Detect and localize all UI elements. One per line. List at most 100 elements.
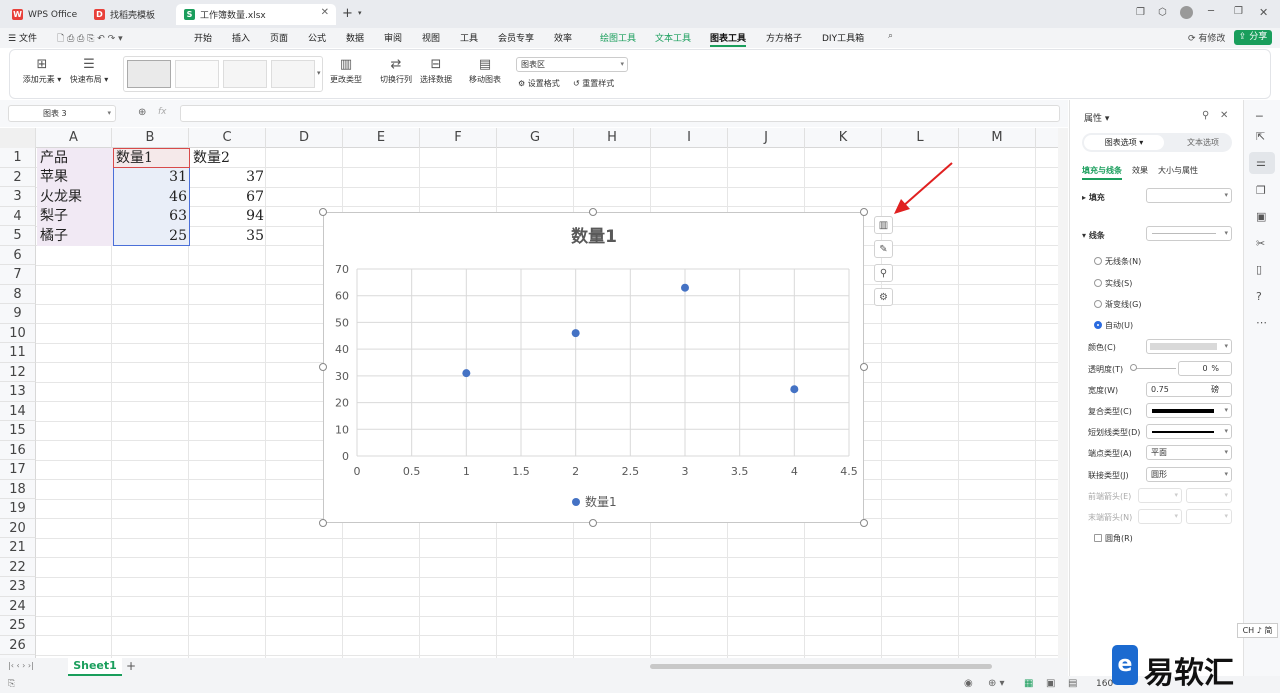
- cell-a1[interactable]: 产品: [37, 149, 71, 169]
- horizontal-scrollbar[interactable]: [650, 664, 992, 669]
- column-header-a[interactable]: A: [36, 128, 112, 148]
- transparency-slider-thumb[interactable]: [1130, 364, 1137, 371]
- cell-b1[interactable]: 数量1: [113, 149, 156, 169]
- row-header-8[interactable]: 8: [0, 284, 36, 304]
- minimize-icon[interactable]: ─: [1208, 6, 1214, 17]
- sheet-nav-arrows[interactable]: |‹ ‹ › ›|: [8, 661, 34, 670]
- row-header-18[interactable]: 18: [0, 479, 36, 499]
- cube-icon[interactable]: ⬡: [1158, 7, 1167, 18]
- cell-a5[interactable]: 橘子: [37, 227, 71, 247]
- menu-item-formula[interactable]: 公式: [308, 31, 326, 44]
- data-point[interactable]: [462, 369, 471, 378]
- end-arrow-size-select[interactable]: ▾: [1186, 509, 1232, 524]
- menu-item-drawing-tools[interactable]: 绘图工具: [600, 31, 636, 44]
- tab-chart-options[interactable]: 图表选项 ▾: [1084, 135, 1164, 150]
- row-header-10[interactable]: 10: [0, 323, 36, 343]
- end-arrow-type-select[interactable]: ▾: [1138, 509, 1182, 524]
- fx-icon[interactable]: fx: [158, 107, 167, 117]
- menu-item-home[interactable]: 开始: [194, 31, 212, 44]
- add-sheet-icon[interactable]: +: [126, 659, 136, 673]
- menu-item-data[interactable]: 数据: [346, 31, 364, 44]
- cell-a4[interactable]: 梨子: [37, 207, 71, 227]
- row-header-15[interactable]: 15: [0, 421, 36, 441]
- select-all-corner[interactable]: [0, 128, 36, 148]
- row-header-13[interactable]: 13: [0, 382, 36, 402]
- chart-style-2[interactable]: [175, 60, 219, 88]
- normal-view-icon[interactable]: ▦: [1024, 678, 1033, 689]
- eye-protection-icon[interactable]: ◉: [964, 678, 973, 689]
- chart-style-1[interactable]: [127, 60, 171, 88]
- select-data-button[interactable]: ⊟ 选择数据: [416, 56, 456, 85]
- cell-b4[interactable]: 63: [113, 207, 190, 227]
- dash-type-select[interactable]: ▾: [1146, 424, 1232, 439]
- move-chart-button[interactable]: ▤ 移动图表: [465, 56, 505, 85]
- transparency-input[interactable]: 0%: [1178, 361, 1232, 376]
- tab-wps-office[interactable]: W WPS Office: [4, 4, 82, 25]
- cap-type-select[interactable]: 平面 ▾: [1146, 445, 1232, 460]
- subtab-fill-line[interactable]: 填充与线条: [1082, 165, 1122, 180]
- menu-item-view[interactable]: 视图: [422, 31, 440, 44]
- row-header-14[interactable]: 14: [0, 401, 36, 421]
- tab-workbook[interactable]: S 工作簿数量.xlsx ✕: [176, 4, 336, 25]
- chart-style-gallery[interactable]: ▾: [123, 56, 323, 92]
- cell-b5[interactable]: 25: [113, 227, 190, 247]
- row-header-6[interactable]: 6: [0, 245, 36, 265]
- switch-rowcol-button[interactable]: ⇄ 切换行列: [376, 56, 416, 85]
- column-header-h[interactable]: H: [574, 128, 651, 148]
- cell-b2[interactable]: 31: [113, 168, 190, 188]
- chart-legend[interactable]: 数量1: [572, 494, 617, 509]
- column-header-i[interactable]: I: [651, 128, 728, 148]
- row-header-17[interactable]: 17: [0, 460, 36, 480]
- radio-no-line[interactable]: [1094, 257, 1102, 265]
- chart-filter-icon[interactable]: ⚲: [874, 264, 893, 282]
- macro-record-icon[interactable]: ⎘: [8, 679, 15, 689]
- column-header-e[interactable]: E: [343, 128, 420, 148]
- resize-handle-n[interactable]: [589, 208, 597, 216]
- tools-icon[interactable]: ✂: [1256, 237, 1265, 250]
- row-header-9[interactable]: 9: [0, 304, 36, 324]
- view-mode-icon[interactable]: ⊕ ▾: [988, 678, 1005, 689]
- collapse-icon[interactable]: ─: [1256, 110, 1263, 123]
- window-restore-icon[interactable]: ❐: [1136, 7, 1145, 18]
- menu-item-insert[interactable]: 插入: [232, 31, 250, 44]
- column-header-b[interactable]: B: [112, 128, 189, 148]
- scatter-chart[interactable]: 数量1 0 0.5 1 1.5 2 2.5 3 3.5 4 4.5 0 10 20 30 40 50 60 70 …: [323, 212, 864, 523]
- row-header-2[interactable]: 2: [0, 167, 36, 187]
- more-icon[interactable]: ⋯: [1256, 316, 1267, 329]
- chart-title[interactable]: 数量1: [571, 226, 617, 247]
- resize-handle-s[interactable]: [589, 519, 597, 527]
- transparency-slider[interactable]: [1132, 368, 1176, 369]
- data-point[interactable]: [681, 283, 689, 292]
- row-header-4[interactable]: 4: [0, 206, 36, 226]
- row-header-3[interactable]: 3: [0, 187, 36, 207]
- row-header-26[interactable]: 26: [0, 635, 36, 655]
- row-header-7[interactable]: 7: [0, 265, 36, 285]
- round-corner-checkbox[interactable]: [1094, 534, 1102, 542]
- new-tab-icon[interactable]: +: [342, 6, 353, 21]
- row-header-11[interactable]: 11: [0, 343, 36, 363]
- resize-handle-se[interactable]: [860, 519, 868, 527]
- column-header-g[interactable]: G: [497, 128, 574, 148]
- add-element-button[interactable]: ⊞ 添加元素 ▾: [20, 56, 64, 85]
- gallery-expand-icon[interactable]: ▾: [317, 69, 321, 77]
- reset-style-button[interactable]: ↺ 重置样式: [573, 78, 614, 89]
- radio-gradient-line[interactable]: [1094, 300, 1102, 308]
- row-header-22[interactable]: 22: [0, 557, 36, 577]
- fill-section[interactable]: ▸ 填充: [1082, 192, 1105, 203]
- image-icon[interactable]: ▣: [1256, 210, 1266, 223]
- formula-input[interactable]: [180, 105, 1060, 122]
- column-header-c[interactable]: C: [189, 128, 266, 148]
- cell-c2[interactable]: 37: [190, 168, 267, 188]
- close-tab-icon[interactable]: ✕: [321, 7, 329, 18]
- row-header-5[interactable]: 5: [0, 226, 36, 246]
- resize-handle-nw[interactable]: [319, 208, 327, 216]
- help-icon[interactable]: ?: [1256, 290, 1262, 303]
- name-box[interactable]: 图表 3 ▾: [8, 105, 116, 122]
- row-header-23[interactable]: 23: [0, 577, 36, 597]
- menu-item-member[interactable]: 会员专享: [498, 31, 534, 44]
- data-point[interactable]: [571, 329, 580, 338]
- close-panel-icon[interactable]: ✕: [1220, 110, 1228, 121]
- plot-area[interactable]: 0 0.5 1 1.5 2 2.5 3 3.5 4 4.5 0 10 20 30 40 50 60 70: [335, 263, 858, 478]
- cell-a2[interactable]: 苹果: [37, 168, 71, 188]
- resize-handle-w[interactable]: [319, 363, 327, 371]
